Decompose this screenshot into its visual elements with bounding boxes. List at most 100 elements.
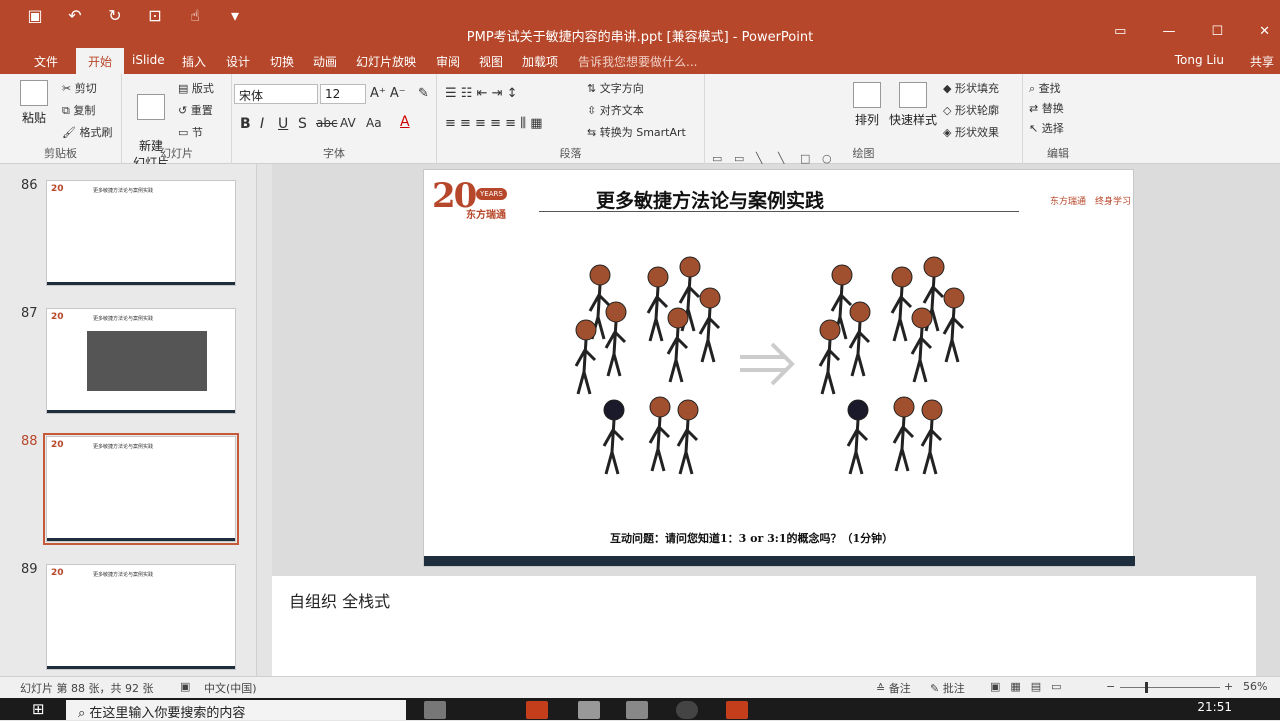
bold-icon[interactable]: B xyxy=(240,116,251,132)
change-case-icon[interactable]: Aa xyxy=(366,116,382,130)
close-icon[interactable]: ✕ xyxy=(1259,24,1270,39)
zoom-level[interactable]: 56% xyxy=(1243,680,1267,693)
wechat-taskbar-icon[interactable] xyxy=(626,701,648,719)
slide-thumbnail-86[interactable]: 20 更多敏捷方法论与案例实践 xyxy=(46,180,236,286)
clipboard-label: 剪贴板 xyxy=(44,147,77,160)
taskbar-app-icon[interactable] xyxy=(578,701,600,719)
font-color-icon[interactable]: A xyxy=(400,114,410,130)
smartart-button[interactable]: ⇆ 转换为 SmartArt xyxy=(587,124,686,140)
align-icons[interactable]: ≡ ≡ ≡ ≡ ≡ ⫼ ▦ xyxy=(445,116,543,131)
quick-styles-button[interactable]: 快速样式 xyxy=(887,82,939,128)
tab-addins[interactable]: 加载项 xyxy=(522,53,558,70)
shadow-icon[interactable]: S xyxy=(298,116,307,132)
window-controls: ▭ — ☐ ✕ xyxy=(1114,24,1270,39)
thumb-title: 更多敏捷方法论与案例实践 xyxy=(93,444,154,450)
ribbon-display-icon[interactable]: ▭ xyxy=(1114,24,1126,39)
thumb-number: 86 xyxy=(21,178,38,193)
stick-figure xyxy=(604,301,627,377)
zoom-in-icon[interactable]: + xyxy=(1224,680,1233,693)
strikethrough-icon[interactable]: abc xyxy=(316,116,338,130)
stick-figure xyxy=(676,399,699,475)
font-name-field[interactable]: 宋体 xyxy=(234,84,318,104)
language-indicator[interactable]: 中文(中国) xyxy=(204,680,257,696)
spellcheck-icon[interactable]: ▣ xyxy=(180,680,190,693)
text-direction-button[interactable]: ⇅ 文字方向 xyxy=(587,80,644,96)
customize-icon[interactable]: ▾ xyxy=(222,6,248,25)
select-button[interactable]: ↖ 选择 xyxy=(1029,120,1064,136)
tab-design[interactable]: 设计 xyxy=(226,53,250,70)
view-buttons[interactable]: ▣▦▤▭ xyxy=(990,680,1072,693)
slide-header: 20 YEARS 东方瑞通 更多敏捷方法论与案例实践 东方瑞通 终身学习 xyxy=(424,170,1135,221)
tab-transitions[interactable]: 切换 xyxy=(270,53,294,70)
notes-toggle[interactable]: ≙ 备注 xyxy=(876,680,911,696)
copy-button[interactable]: ⧉ 复制 xyxy=(62,102,95,118)
tab-view[interactable]: 视图 xyxy=(479,53,503,70)
title-bar: ▣ ↶ ↻ ⊡ ☝ ▾ PMP考试关于敏捷内容的串讲.ppt [兼容模式] - … xyxy=(0,0,1280,48)
tab-slideshow[interactable]: 幻灯片放映 xyxy=(356,53,416,70)
stick-figure xyxy=(648,396,671,472)
shape-effects-button[interactable]: ◈ 形状效果 xyxy=(943,124,999,140)
maximize-icon[interactable]: ☐ xyxy=(1211,24,1223,39)
replace-button[interactable]: ⇄ 替换 xyxy=(1029,100,1064,116)
tab-islide[interactable]: iSlide xyxy=(132,53,165,67)
zoom-slider[interactable] xyxy=(1120,687,1220,688)
font-size-field[interactable]: 12 xyxy=(320,84,366,104)
slide-counter: 幻灯片 第 88 张，共 92 张 xyxy=(20,682,154,695)
windows-start-icon[interactable]: ⊞ xyxy=(32,700,45,718)
italic-icon[interactable]: I xyxy=(260,116,264,132)
shape-outline-button[interactable]: ◇ 形状轮廓 xyxy=(943,102,999,118)
paste-button[interactable]: 粘贴 xyxy=(14,80,54,126)
comments-toggle[interactable]: ✎ 批注 xyxy=(930,680,965,696)
undo-icon[interactable]: ↶ xyxy=(62,6,88,25)
clipboard-group: 粘贴 ✂ 剪切 ⧉ 复制 🖌 格式刷 剪贴板 xyxy=(0,74,122,164)
tab-home[interactable]: 开始 xyxy=(76,48,125,74)
powerpoint-taskbar-icon[interactable] xyxy=(526,701,548,719)
section-button[interactable]: ▭ 节 xyxy=(178,124,203,140)
minimize-icon[interactable]: — xyxy=(1162,24,1175,39)
present-icon[interactable]: ⊡ xyxy=(142,6,168,25)
share-button[interactable]: 共享 xyxy=(1250,53,1274,70)
thumb-title: 更多敏捷方法论与案例实践 xyxy=(93,572,154,578)
font-grow-icon[interactable]: A⁺ A⁻ xyxy=(370,86,406,101)
tab-review[interactable]: 审阅 xyxy=(436,53,460,70)
spacing-icon[interactable]: AV xyxy=(340,116,356,130)
tab-file[interactable]: 文件 xyxy=(34,53,58,70)
slide-thumbnail-88[interactable]: 20 更多敏捷方法论与案例实践 xyxy=(43,433,239,545)
tab-animations[interactable]: 动画 xyxy=(313,53,337,70)
thumbnail-scrollbar[interactable] xyxy=(256,164,272,676)
redo-icon[interactable]: ↻ xyxy=(102,6,128,25)
bullets-icon[interactable]: ☰ ☷ ⇤ ⇥ ↕ xyxy=(445,86,518,101)
drawing-group: 排列 快速样式 ◆ 形状填充 ◇ 形状轮廓 ◈ 形状效果 绘图 xyxy=(705,74,1023,164)
slides-group: 新建 幻灯片 ▤ 版式 ↺ 重置 ▭ 节 幻灯片 xyxy=(122,74,232,170)
slide-thumbnail-87[interactable]: 20 更多敏捷方法论与案例实践 xyxy=(46,308,236,414)
touch-icon[interactable]: ☝ xyxy=(182,6,208,25)
taskbar-app-icon[interactable] xyxy=(424,701,446,719)
layout-button[interactable]: ▤ 版式 xyxy=(178,80,214,96)
zoom-slider-thumb[interactable] xyxy=(1145,682,1148,693)
slide-thumbnail-89[interactable]: 20 更多敏捷方法论与案例实践 xyxy=(46,564,236,670)
clear-format-icon[interactable]: ✎ xyxy=(418,86,429,101)
align-text-button[interactable]: ⇳ 对齐文本 xyxy=(587,102,644,118)
taskbar-app-icon[interactable] xyxy=(676,701,698,719)
tell-me-search[interactable]: 告诉我您想要做什么... xyxy=(578,53,697,70)
save-icon[interactable]: ▣ xyxy=(22,6,48,25)
stick-figure xyxy=(942,287,965,363)
user-name[interactable]: Tong Liu xyxy=(1175,53,1224,67)
shape-fill-button[interactable]: ◆ 形状填充 xyxy=(943,80,999,96)
taskbar-app-icon[interactable] xyxy=(726,701,748,719)
stick-figure xyxy=(698,287,721,363)
tab-insert[interactable]: 插入 xyxy=(182,53,206,70)
arrange-button[interactable]: 排列 xyxy=(849,82,885,128)
notes-pane[interactable]: 自组织 全栈式 xyxy=(272,576,1256,676)
underline-icon[interactable]: U xyxy=(278,116,288,132)
reset-button[interactable]: ↺ 重置 xyxy=(178,102,213,118)
current-slide[interactable]: 20 YEARS 东方瑞通 更多敏捷方法论与案例实践 东方瑞通 终身学习 互动问… xyxy=(423,169,1135,567)
find-button[interactable]: ⌕ 查找 xyxy=(1029,80,1061,96)
cut-button[interactable]: ✂ 剪切 xyxy=(62,80,97,96)
format-painter-button[interactable]: 🖌 格式刷 xyxy=(62,124,112,140)
slide-footer-bar xyxy=(424,556,1135,566)
logo-company: 东方瑞通 xyxy=(466,210,506,221)
taskbar-search[interactable]: ⌕ 在这里输入你要搜索的内容 xyxy=(66,700,406,721)
zoom-out-icon[interactable]: − xyxy=(1106,680,1115,693)
new-slide-icon xyxy=(137,94,165,120)
